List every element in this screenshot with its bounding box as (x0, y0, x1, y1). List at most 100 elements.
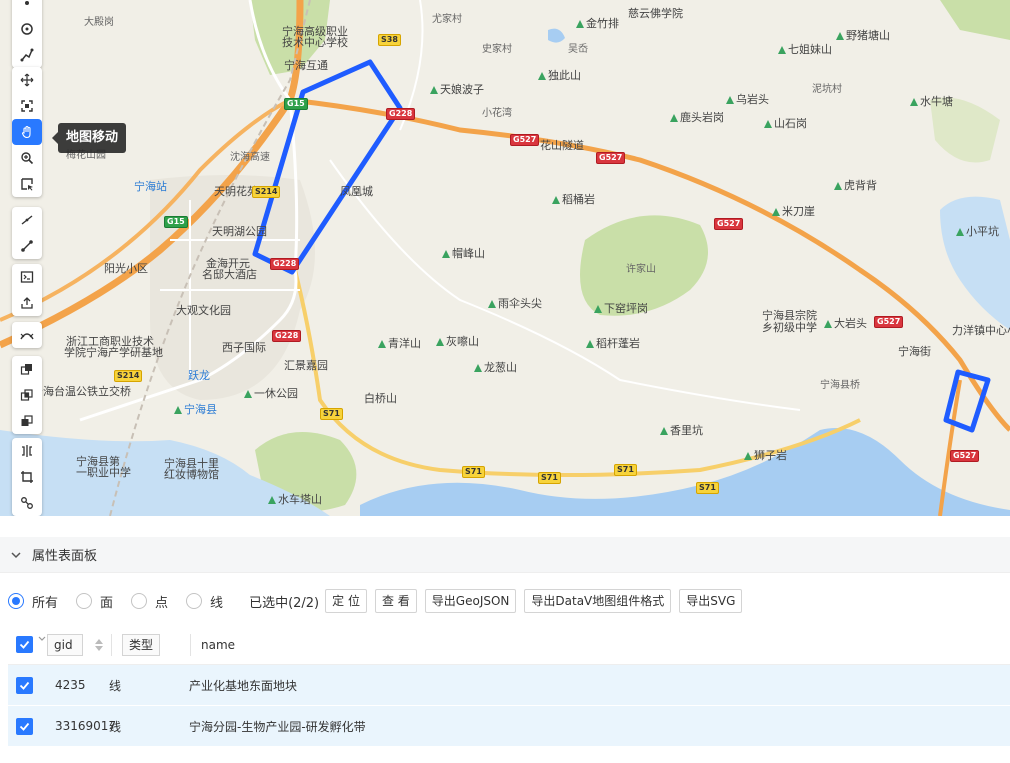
mountain-peak-icon (430, 86, 438, 94)
name-column-header[interactable]: name (201, 638, 235, 652)
crop-icon[interactable] (12, 464, 42, 490)
mountain-peak-icon (956, 228, 964, 236)
filter-label: 点 (155, 595, 169, 611)
map-label: 沈海高速 (230, 152, 270, 163)
export-datav-button[interactable]: 导出DataV地图组件格式 (524, 589, 672, 613)
road-shield: G527 (714, 218, 744, 230)
map-label: 下窑坪岗 (594, 303, 648, 315)
point-tool-icon[interactable] (12, 0, 42, 16)
mountain-peak-icon (488, 300, 496, 308)
table-row[interactable]: 33169017 线 宁海分园-生物产业园-研发孵化带 (8, 706, 1010, 747)
mountain-peak-icon (442, 250, 450, 258)
column-divider (190, 633, 192, 656)
mountain-peak-icon (836, 32, 844, 40)
link-icon[interactable] (12, 490, 42, 516)
map-label: 水牛塘 (910, 96, 953, 108)
mountain-peak-icon (726, 96, 734, 104)
map-label: 雨伞头尖 (488, 298, 542, 310)
polyline-tool-icon[interactable] (12, 42, 42, 68)
attribute-table: gid 类型 name 4235 线 产业化基地东面地块 33169017 线 … (8, 625, 1010, 747)
map-label: 七姐妹山 (778, 44, 832, 56)
map-label: 大观文化园 (176, 304, 231, 317)
crop-select-icon[interactable] (12, 171, 42, 197)
road-shield: G228 (272, 330, 302, 342)
column-divider (111, 633, 112, 656)
mountain-peak-icon (594, 305, 602, 313)
map-label: 稻杆蓬岩 (586, 338, 640, 350)
export-icon[interactable] (12, 290, 42, 316)
mountain-peak-icon (778, 46, 786, 54)
road-shield: G15 (284, 98, 308, 110)
map-label: 凤凰城 (340, 185, 373, 198)
map-label: 宁海互通 (284, 59, 328, 72)
panel-title: 属性表面板 (32, 549, 98, 564)
map-label: 稻桶岩 (552, 194, 595, 206)
export-geojson-button[interactable]: 导出GeoJSON (424, 589, 517, 613)
map-label: 一休公园 (244, 388, 298, 400)
map-label: 山石岗 (764, 118, 807, 130)
move-icon[interactable] (12, 67, 42, 93)
map-label: 许家山 (626, 264, 656, 275)
selected-count: 已选中(2/2) (249, 595, 320, 611)
map-label: 宁海县 (174, 404, 217, 416)
export-svg-button[interactable]: 导出SVG (679, 589, 743, 613)
filter-all-radio[interactable]: 所有 (8, 592, 58, 611)
cell-type: 线 (109, 719, 122, 734)
sort-icon[interactable] (95, 638, 103, 651)
pan-hand-icon[interactable] (12, 119, 42, 145)
arc-tool-icon[interactable] (12, 322, 42, 348)
layer-merge-icon[interactable] (12, 382, 42, 408)
layer-front-icon[interactable] (12, 356, 42, 382)
selected-polygon-2 (943, 369, 991, 433)
segment-tool-icon[interactable] (12, 233, 42, 259)
road-shield: S71 (320, 408, 343, 420)
gid-column-header[interactable]: gid (47, 633, 103, 656)
road-shield: S71 (462, 466, 485, 478)
road-shield: G527 (950, 450, 980, 462)
map-label: 宁海街 (898, 345, 931, 358)
map-canvas[interactable]: 大殿岗 宁海高级职业 技术中心学校 尤家村 金竹排 慈云佛学院 野猪塘山 七姐妹山 史家村 吴岙宁… (0, 0, 1010, 516)
map-label: 天娘波子 (430, 84, 484, 96)
map-label: 学院宁海产学研基地 (64, 346, 163, 359)
filter-polygon-radio[interactable]: 面 (76, 592, 113, 611)
terminal-icon[interactable] (12, 264, 42, 290)
map-label: 天明湖公园 (212, 225, 267, 238)
zoom-feature-icon[interactable] (12, 145, 42, 171)
mountain-peak-icon (474, 364, 482, 372)
check-icon (19, 640, 30, 649)
road-shield: G228 (270, 258, 300, 270)
mountain-peak-icon (834, 182, 842, 190)
map-label: 花山隧道 (540, 139, 584, 152)
mountain-peak-icon (268, 496, 276, 504)
select-frame-icon[interactable] (12, 93, 42, 119)
map-label: 阳光小区 (104, 262, 148, 275)
locate-button[interactable]: 定 位 (325, 589, 367, 613)
view-button[interactable]: 查 看 (374, 589, 417, 613)
map-label: 宁海站 (134, 180, 167, 193)
table-header: gid 类型 name (8, 625, 1010, 665)
filter-point-radio[interactable]: 点 (131, 592, 168, 611)
layer-back-icon[interactable] (12, 408, 42, 434)
chevron-down-icon[interactable] (10, 549, 22, 561)
road-shield: S71 (696, 482, 719, 494)
panel-header[interactable]: 属性表面板 (0, 537, 1010, 573)
mountain-peak-icon (824, 320, 832, 328)
map-label: 野猪塘山 (836, 30, 890, 42)
split-icon[interactable] (12, 438, 42, 464)
table-row[interactable]: 4235 线 产业化基地东面地块 (8, 665, 1010, 706)
row-checkbox[interactable] (16, 676, 33, 694)
chevron-down-icon[interactable] (37, 634, 47, 644)
mountain-peak-icon (772, 208, 780, 216)
map-label: 一职业中学 (76, 466, 131, 479)
line-tool-icon[interactable] (12, 207, 42, 233)
check-icon (19, 722, 30, 731)
road-shield: G15 (164, 216, 188, 228)
type-column-header[interactable]: 类型 (122, 633, 161, 656)
filter-line-radio[interactable]: 线 (186, 592, 223, 611)
radio-dot-icon (186, 593, 203, 609)
map-label: 力洋镇中心小 (952, 324, 1010, 337)
circle-tool-icon[interactable] (12, 16, 42, 42)
row-checkbox[interactable] (16, 717, 33, 735)
select-all-checkbox[interactable] (16, 636, 33, 653)
road-shield: S71 (538, 472, 561, 484)
